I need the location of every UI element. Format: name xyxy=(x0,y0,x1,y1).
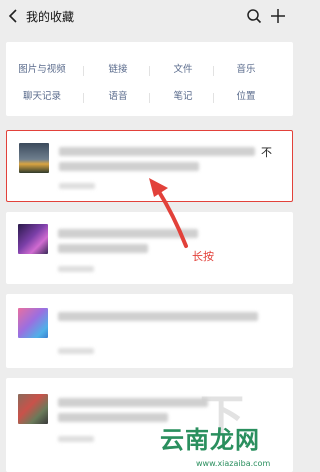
item-subtitle-blurred xyxy=(59,162,199,171)
item-subtitle-blurred xyxy=(58,413,168,422)
page-title: 我的收藏 xyxy=(26,10,75,24)
favorite-item-highlighted[interactable]: 不 xyxy=(6,130,293,202)
divider xyxy=(213,93,214,103)
divider xyxy=(83,66,84,76)
item-meta-blurred xyxy=(58,436,94,442)
top-bar: 我的收藏 xyxy=(0,0,299,32)
category-location[interactable]: 位置 xyxy=(214,91,278,103)
favorite-item[interactable] xyxy=(6,294,293,368)
item-thumbnail xyxy=(18,394,48,424)
item-thumbnail xyxy=(18,224,48,254)
category-music[interactable]: 音乐 xyxy=(214,64,278,76)
annotation-label: 长按 xyxy=(192,250,214,263)
item-title-trailing: 不 xyxy=(261,146,272,159)
watermark-url: www.xiazaiba.com xyxy=(196,459,271,468)
item-title-blurred xyxy=(58,398,208,407)
item-title-blurred xyxy=(58,312,258,321)
item-meta-blurred xyxy=(58,348,94,354)
divider xyxy=(149,93,150,103)
category-notes[interactable]: 笔记 xyxy=(151,91,215,103)
item-subtitle-blurred xyxy=(58,244,148,253)
divider xyxy=(83,93,84,103)
search-icon[interactable] xyxy=(246,8,262,24)
category-panel: 图片与视频 链接 文件 音乐 聊天记录 语音 笔记 位置 xyxy=(6,42,293,116)
item-title-blurred xyxy=(59,147,255,156)
item-meta-blurred xyxy=(59,183,95,189)
item-thumbnail xyxy=(18,308,48,338)
category-images-videos[interactable]: 图片与视频 xyxy=(10,64,74,76)
category-files[interactable]: 文件 xyxy=(151,64,215,76)
category-voice[interactable]: 语音 xyxy=(86,91,150,103)
item-thumbnail xyxy=(19,143,49,173)
category-links[interactable]: 链接 xyxy=(86,64,150,76)
plus-icon[interactable] xyxy=(270,8,286,24)
chevron-left-icon[interactable] xyxy=(6,8,20,24)
watermark-text: 云南龙网 xyxy=(160,425,260,454)
favorite-item[interactable] xyxy=(6,212,293,284)
divider xyxy=(149,66,150,76)
divider xyxy=(213,66,214,76)
item-meta-blurred xyxy=(58,266,94,272)
category-chat-history[interactable]: 聊天记录 xyxy=(10,91,74,103)
item-title-blurred xyxy=(58,229,198,238)
